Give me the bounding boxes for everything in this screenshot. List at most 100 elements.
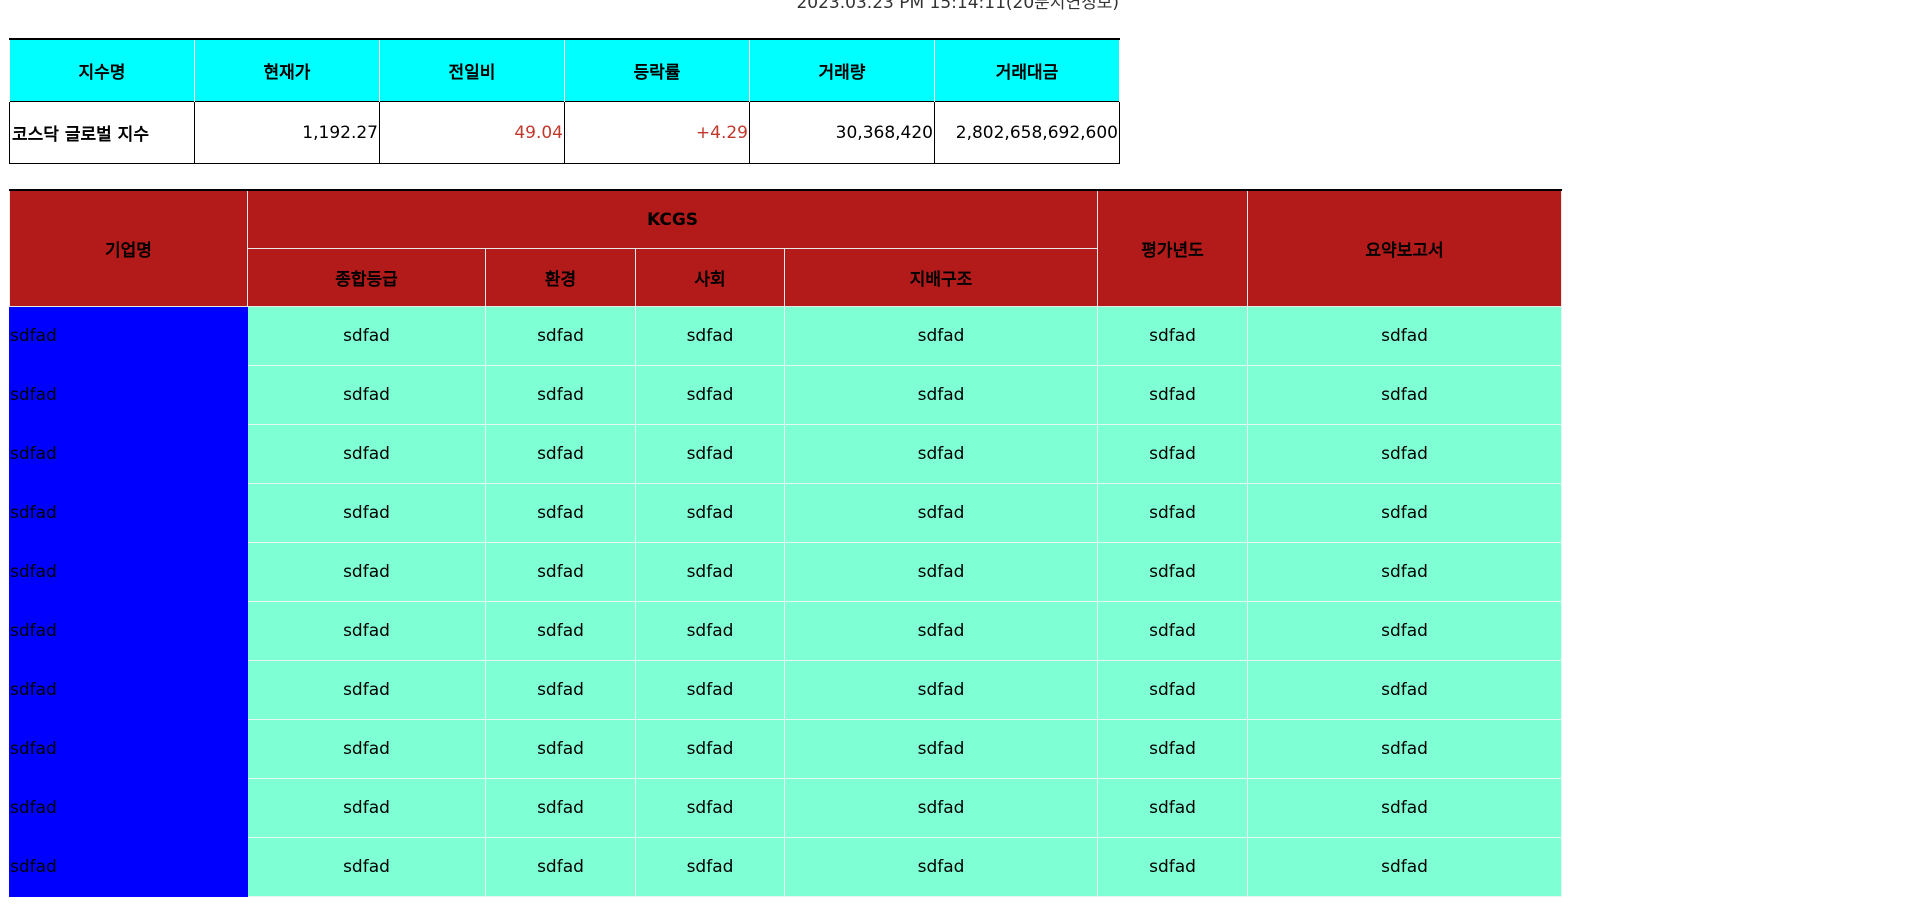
year-cell: sdfad xyxy=(1097,424,1249,484)
social-cell: sdfad xyxy=(635,778,785,838)
year-cell: sdfad xyxy=(1097,660,1249,720)
overall-grade-cell: sdfad xyxy=(247,542,486,602)
environment-cell: sdfad xyxy=(485,424,636,484)
company-cell[interactable]: sdfad xyxy=(9,306,248,366)
governance-cell: sdfad xyxy=(783,601,1099,661)
esg-header-social: 사회 xyxy=(635,248,785,307)
table-row: sdfad sdfad sdfad sdfad sdfad sdfad sdfa… xyxy=(9,601,1563,661)
report-cell[interactable]: sdfad xyxy=(1247,306,1563,366)
governance-cell: sdfad xyxy=(783,306,1099,366)
year-cell: sdfad xyxy=(1097,483,1249,543)
index-price: 1,192.27 xyxy=(194,101,380,164)
social-cell: sdfad xyxy=(635,365,785,425)
overall-grade-cell: sdfad xyxy=(247,837,486,897)
overall-grade-cell: sdfad xyxy=(247,601,486,661)
governance-cell: sdfad xyxy=(783,424,1099,484)
index-header-amount: 거래대금 xyxy=(934,38,1120,102)
table-row: sdfad sdfad sdfad sdfad sdfad sdfad sdfa… xyxy=(9,483,1563,543)
table-row: sdfad sdfad sdfad sdfad sdfad sdfad sdfa… xyxy=(9,837,1563,897)
governance-cell: sdfad xyxy=(783,778,1099,838)
year-cell: sdfad xyxy=(1097,719,1249,779)
table-row: sdfad sdfad sdfad sdfad sdfad sdfad sdfa… xyxy=(9,365,1563,425)
index-header-row: 지수명 현재가 전일비 등락률 거래량 거래대금 xyxy=(9,38,1120,102)
environment-cell: sdfad xyxy=(485,778,636,838)
overall-grade-cell: sdfad xyxy=(247,424,486,484)
table-row: sdfad sdfad sdfad sdfad sdfad sdfad sdfa… xyxy=(9,542,1563,602)
table-row: sdfad sdfad sdfad sdfad sdfad sdfad sdfa… xyxy=(9,719,1563,779)
esg-header-governance: 지배구조 xyxy=(783,248,1099,307)
esg-body: sdfad sdfad sdfad sdfad sdfad sdfad sdfa… xyxy=(9,306,1563,897)
year-cell: sdfad xyxy=(1097,365,1249,425)
year-cell: sdfad xyxy=(1097,837,1249,897)
governance-cell: sdfad xyxy=(783,542,1099,602)
index-header-name: 지수명 xyxy=(9,38,195,102)
esg-header-report: 요약보고서 xyxy=(1247,189,1563,307)
index-table: 지수명 현재가 전일비 등락률 거래량 거래대금 코스닥 글로벌 지수 1,19… xyxy=(9,38,1120,164)
report-cell[interactable]: sdfad xyxy=(1247,719,1563,779)
year-cell: sdfad xyxy=(1097,601,1249,661)
esg-header-year: 평가년도 xyxy=(1097,189,1249,307)
social-cell: sdfad xyxy=(635,424,785,484)
company-cell[interactable]: sdfad xyxy=(9,660,248,720)
overall-grade-cell: sdfad xyxy=(247,365,486,425)
governance-cell: sdfad xyxy=(783,483,1099,543)
overall-grade-cell: sdfad xyxy=(247,778,486,838)
year-cell: sdfad xyxy=(1097,542,1249,602)
index-name: 코스닥 글로벌 지수 xyxy=(9,101,195,164)
table-row: sdfad sdfad sdfad sdfad sdfad sdfad sdfa… xyxy=(9,306,1563,366)
report-cell[interactable]: sdfad xyxy=(1247,837,1563,897)
environment-cell: sdfad xyxy=(485,306,636,366)
year-cell: sdfad xyxy=(1097,778,1249,838)
social-cell: sdfad xyxy=(635,542,785,602)
environment-cell: sdfad xyxy=(485,719,636,779)
esg-header-kcgs: KCGS xyxy=(246,189,1099,249)
social-cell: sdfad xyxy=(635,719,785,779)
social-cell: sdfad xyxy=(635,660,785,720)
table-row: sdfad sdfad sdfad sdfad sdfad sdfad sdfa… xyxy=(9,424,1563,484)
esg-header-row-1: 기업명 KCGS 평가년도 요약보고서 xyxy=(9,189,1563,307)
index-header-price: 현재가 xyxy=(194,38,380,102)
report-cell[interactable]: sdfad xyxy=(1247,365,1563,425)
company-cell[interactable]: sdfad xyxy=(9,483,248,543)
timestamp: 2023.03.23 PM 15:14:11(20분지연정보) xyxy=(796,0,1119,13)
company-cell[interactable]: sdfad xyxy=(9,837,248,897)
governance-cell: sdfad xyxy=(783,365,1099,425)
social-cell: sdfad xyxy=(635,601,785,661)
governance-cell: sdfad xyxy=(783,660,1099,720)
report-cell[interactable]: sdfad xyxy=(1247,660,1563,720)
index-volume: 30,368,420 xyxy=(749,101,935,164)
company-cell[interactable]: sdfad xyxy=(9,601,248,661)
esg-header-environment: 환경 xyxy=(485,248,636,307)
governance-cell: sdfad xyxy=(783,719,1099,779)
company-cell[interactable]: sdfad xyxy=(9,778,248,838)
esg-header-company: 기업명 xyxy=(9,189,248,307)
company-cell[interactable]: sdfad xyxy=(9,424,248,484)
index-header-change-rate: 등락률 xyxy=(564,38,750,102)
environment-cell: sdfad xyxy=(485,660,636,720)
overall-grade-cell: sdfad xyxy=(247,483,486,543)
environment-cell: sdfad xyxy=(485,365,636,425)
overall-grade-cell: sdfad xyxy=(247,660,486,720)
social-cell: sdfad xyxy=(635,837,785,897)
report-cell[interactable]: sdfad xyxy=(1247,483,1563,543)
environment-cell: sdfad xyxy=(485,837,636,897)
company-cell[interactable]: sdfad xyxy=(9,542,248,602)
report-cell[interactable]: sdfad xyxy=(1247,778,1563,838)
report-cell[interactable]: sdfad xyxy=(1247,542,1563,602)
index-row: 코스닥 글로벌 지수 1,192.27 49.04 +4.29 30,368,4… xyxy=(9,101,1120,164)
governance-cell: sdfad xyxy=(783,837,1099,897)
social-cell: sdfad xyxy=(635,483,785,543)
index-header-change: 전일비 xyxy=(379,38,565,102)
index-amount: 2,802,658,692,600 xyxy=(934,101,1120,164)
index-change: 49.04 xyxy=(379,101,565,164)
company-cell[interactable]: sdfad xyxy=(9,719,248,779)
index-change-rate: +4.29 xyxy=(564,101,750,164)
report-cell[interactable]: sdfad xyxy=(1247,601,1563,661)
environment-cell: sdfad xyxy=(485,542,636,602)
overall-grade-cell: sdfad xyxy=(247,306,486,366)
overall-grade-cell: sdfad xyxy=(247,719,486,779)
company-cell[interactable]: sdfad xyxy=(9,365,248,425)
table-row: sdfad sdfad sdfad sdfad sdfad sdfad sdfa… xyxy=(9,660,1563,720)
esg-table: 기업명 KCGS 평가년도 요약보고서 종합등급 환경 사회 지배구조 sdfa… xyxy=(9,189,1563,897)
report-cell[interactable]: sdfad xyxy=(1247,424,1563,484)
